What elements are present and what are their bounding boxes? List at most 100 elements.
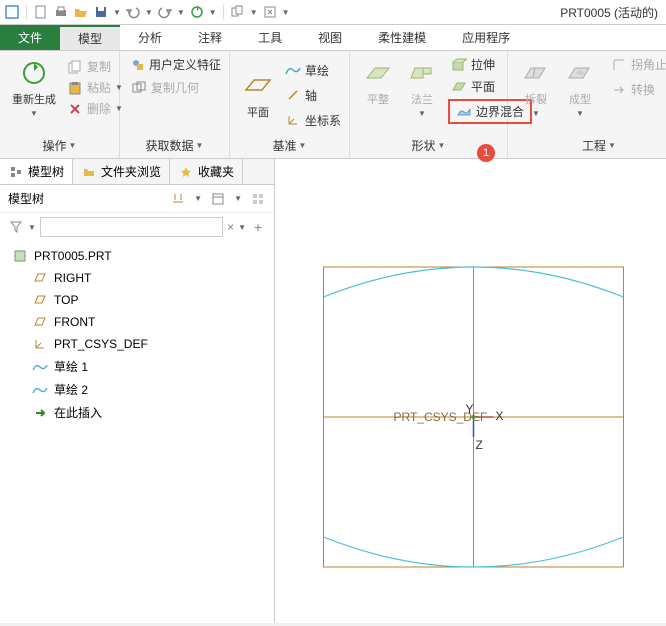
ribbon-tabs: 文件 模型 分析 注释 工具 视图 柔性建模 应用程序 — [0, 25, 666, 51]
part-icon — [12, 248, 28, 264]
tab-file[interactable]: 文件 — [0, 25, 60, 50]
axis-z-label: Z — [476, 438, 483, 452]
save-icon[interactable] — [93, 4, 109, 20]
copygeo-icon — [131, 80, 147, 96]
sidebar-tab-fav[interactable]: 收藏夹 — [170, 159, 243, 184]
sidebar-tab-folder[interactable]: 文件夹浏览 — [73, 159, 170, 184]
sidebar-tab-tree[interactable]: 模型树 — [0, 159, 73, 184]
settings-icon[interactable] — [210, 191, 226, 207]
delete-icon — [67, 101, 83, 117]
sketch-icon — [32, 382, 48, 398]
open-icon[interactable] — [73, 4, 89, 20]
undo-icon[interactable] — [125, 4, 141, 20]
paste-button[interactable]: 粘贴▼ — [64, 78, 126, 97]
regenerate-button[interactable]: 重新生成 ▼ — [8, 55, 60, 120]
regen-icon[interactable] — [189, 4, 205, 20]
add-icon[interactable]: + — [250, 219, 266, 235]
form-button[interactable]: 成型▼ — [560, 55, 600, 120]
axis-icon — [285, 87, 301, 103]
app-icon[interactable] — [4, 4, 20, 20]
sidebar-header: 模型树 ▼ ▼ — [0, 185, 274, 213]
axis-button[interactable]: 轴 — [282, 86, 344, 105]
udf-button[interactable]: 用户定义特征 — [128, 55, 221, 74]
falan-button[interactable]: 法兰▼ — [402, 55, 442, 120]
star-icon — [178, 164, 194, 180]
save-dropdown[interactable]: ▼ — [113, 8, 121, 17]
tab-annotate[interactable]: 注释 — [180, 25, 240, 50]
tab-analysis[interactable]: 分析 — [120, 25, 180, 50]
tree-item[interactable]: 草绘 1 — [0, 355, 274, 378]
csys-label: PRT_CSYS_DEF — [394, 410, 488, 424]
copygeo-button[interactable]: 复制几何 — [128, 78, 221, 97]
tree-item[interactable]: TOP — [0, 289, 274, 311]
axis-x-label: X — [496, 409, 504, 423]
copy-icon — [67, 59, 83, 75]
sidebar-filter: ▼ ×▼ + — [0, 213, 274, 241]
print-icon[interactable] — [53, 4, 69, 20]
insert-icon — [32, 405, 48, 421]
copy-button[interactable]: 复制 — [64, 57, 126, 76]
window-title: PRT0005 (活动的) — [290, 4, 662, 21]
redo-icon[interactable] — [157, 4, 173, 20]
tab-tools[interactable]: 工具 — [240, 25, 300, 50]
udf-icon — [131, 57, 145, 73]
paste-icon — [67, 80, 83, 96]
viewport[interactable]: X Y Z PRT_CSYS_DEF — [275, 159, 666, 623]
split-icon — [520, 57, 552, 89]
title-bar: ▼ ▼ ▼ ▼ ▼ ▼ PRT0005 (活动的) — [0, 0, 666, 25]
ribbon: 重新生成 ▼ 复制 粘贴▼ 删除▼ 操作▼ 用户定义特征 复制几何 获取数据▼ … — [0, 51, 666, 159]
windows-icon[interactable] — [230, 4, 246, 20]
plane-icon — [32, 314, 48, 330]
tree-item[interactable]: RIGHT — [0, 267, 274, 289]
group-shapes: 平整 法兰▼ 拉伸 平面 边界混合 形状▼ 1 — [350, 51, 508, 158]
tab-app[interactable]: 应用程序 — [444, 25, 528, 50]
group-engineering: 拆裂▼ 成型▼ 拐角止裂 转换 工程▼ — [508, 51, 666, 158]
tab-flex[interactable]: 柔性建模 — [360, 25, 444, 50]
sketch-button[interactable]: 草绘 — [282, 61, 344, 80]
convert-icon — [611, 82, 627, 98]
plane-icon — [32, 292, 48, 308]
flat-icon — [362, 57, 394, 89]
sketch-icon — [32, 359, 48, 375]
planar-icon — [451, 79, 467, 95]
canvas[interactable]: X Y Z PRT_CSYS_DEF — [275, 159, 666, 623]
tree-icon — [8, 164, 24, 180]
tree-root[interactable]: PRT0005.PRT — [0, 245, 274, 267]
convert-button[interactable]: 转换 — [608, 80, 666, 99]
tree-item[interactable]: 在此插入 — [0, 401, 274, 424]
corner-button[interactable]: 拐角止裂 — [608, 55, 666, 74]
group-datum: 平面 草绘 轴 坐标系 基准▼ — [230, 51, 350, 158]
flat-button[interactable]: 平整 — [358, 55, 398, 120]
form-icon — [564, 57, 596, 89]
funnel-icon[interactable] — [8, 219, 24, 235]
tab-model[interactable]: 模型 — [60, 25, 120, 50]
csys-button[interactable]: 坐标系 — [282, 111, 344, 130]
new-icon[interactable] — [33, 4, 49, 20]
plane-icon — [32, 270, 48, 286]
sidebar: 模型树 文件夹浏览 收藏夹 模型树 ▼ ▼ ▼ ×▼ + PRT0005.PRT… — [0, 159, 275, 623]
delete-button[interactable]: 删除▼ — [64, 99, 126, 118]
filter-input[interactable] — [40, 217, 223, 237]
close-icon[interactable] — [262, 4, 278, 20]
tab-view[interactable]: 视图 — [300, 25, 360, 50]
folder-icon — [81, 164, 97, 180]
boundary-icon — [456, 104, 472, 120]
regenerate-icon — [18, 57, 50, 89]
clear-filter[interactable]: × — [227, 220, 234, 234]
group-getdata: 用户定义特征 复制几何 获取数据▼ — [120, 51, 230, 158]
callout-marker: 1 — [477, 144, 495, 162]
plane-button[interactable]: 平面 — [238, 68, 278, 122]
content-area: 模型树 文件夹浏览 收藏夹 模型树 ▼ ▼ ▼ ×▼ + PRT0005.PRT… — [0, 159, 666, 623]
tree-item[interactable]: 草绘 2 — [0, 378, 274, 401]
extrude-icon — [451, 57, 467, 73]
sketch-icon — [285, 62, 301, 78]
sidebar-tabs: 模型树 文件夹浏览 收藏夹 — [0, 159, 274, 185]
model-tree: PRT0005.PRT RIGHTTOPFRONTPRT_CSYS_DEF草绘 … — [0, 241, 274, 428]
split-button[interactable]: 拆裂▼ — [516, 55, 556, 120]
falan-icon — [406, 57, 438, 89]
quick-access-toolbar: ▼ ▼ ▼ ▼ ▼ ▼ — [4, 4, 290, 20]
show-icon[interactable] — [250, 191, 266, 207]
tools-icon[interactable] — [170, 191, 186, 207]
tree-item[interactable]: PRT_CSYS_DEF — [0, 333, 274, 355]
tree-item[interactable]: FRONT — [0, 311, 274, 333]
